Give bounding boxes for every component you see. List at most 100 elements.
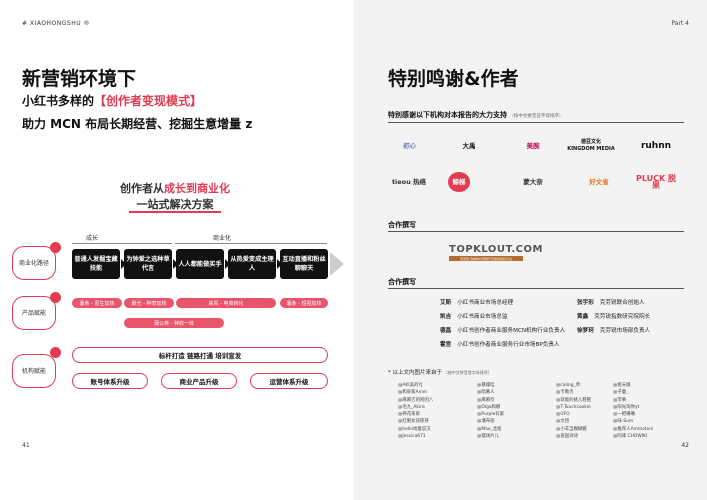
image-credits-grid: @AKI美的YJ @暴躁哇 @caling_草 @桃天娘 @和泉家Amei @暗幕人 @卡勒…: [398, 382, 688, 440]
topklout-logo: TOPKLOUT.COM: [449, 244, 543, 255]
arrow-commerce-line: [175, 243, 327, 244]
author-name: 霍宫: [440, 342, 452, 348]
credit-item: @小羊当糊糊酱: [556, 426, 587, 432]
credit-item: @摆球片儿: [477, 434, 499, 440]
arrow-commerce-label: 商业化: [213, 235, 232, 242]
subtitle-accent: 【创作者变现模式】: [94, 94, 203, 108]
pill-shutiao-native: 薯条 - 原生加热: [72, 298, 122, 308]
solution-title-line2: 一站式解决方案: [136, 198, 214, 211]
credit-item: @潘布丽: [477, 419, 495, 425]
logo-tieou: tieou 热络: [391, 177, 427, 186]
author-role: 小红书商业市场总经理: [457, 300, 514, 306]
solution-title-prefix: 创作者从: [120, 182, 164, 195]
author-name: 张宇形: [577, 300, 594, 306]
author-name: 黄鑫: [577, 314, 589, 320]
credit-item: @T-Touchcookie: [556, 404, 591, 410]
page-number-left: 41: [22, 442, 30, 449]
report-spread: # XIAOHONGSHU ® 新营销环境下 小红书多样的【创作者变现模式】 助…: [0, 0, 707, 500]
author-row: 徐梦珂 克劳锐市场部负责人: [577, 326, 650, 334]
credit-item: @卡勒杰: [556, 390, 574, 396]
part-label: Part 4: [671, 20, 689, 27]
credit-item: @hello地着说汉: [398, 426, 431, 432]
author-name: 艾斯: [440, 300, 452, 306]
writing-heading: 合作撰写: [388, 221, 416, 229]
image-source-note: * 以上文内图片来自于 （按中文拼音首字母排序）: [388, 368, 492, 376]
credit-item: @养花家家: [398, 412, 420, 418]
credit-item: @阿锋 CHOWIKI: [613, 434, 648, 440]
credit-item: @Max_北程: [477, 426, 502, 432]
credit-item: @Jessica671: [398, 434, 426, 440]
credit-item: @一把嘴嘴: [613, 412, 635, 418]
logo-chuxin: 初心: [402, 141, 416, 150]
author-role: 克劳锐指数研究院院长: [594, 314, 651, 320]
page-subtitle: 小红书多样的【创作者变现模式】: [22, 92, 202, 109]
logo-mengdanai: 蒙大奈: [523, 177, 543, 186]
pill-laifeng: 来风 - 电商转化: [176, 298, 276, 308]
pill-pugongying: 蒲公英 - 种收一体: [124, 318, 224, 328]
gear-icon: [50, 347, 61, 358]
credit-item: @麻麻吉的阿团八: [398, 397, 434, 403]
section-divider: [388, 122, 684, 123]
ops-top-box: 标杆打造 链路打通 培训宣发: [72, 347, 328, 363]
pill-juguang: 聚光 - 种草加热: [124, 298, 174, 308]
stage-5: 互动直播和粉丝聊聊天: [280, 249, 328, 279]
stage-2: 为钟爱之选种草代言: [124, 249, 172, 279]
thanks-heading-text: 特别感谢以下机构对本报告的大力支持: [388, 111, 507, 119]
pill-shutiao-video: 薯条 - 短视加热: [280, 298, 328, 308]
credit-item: @桃天娘: [613, 383, 631, 388]
thanks-title: 特别鸣谢&作者: [388, 68, 519, 90]
credit-item: @Purple有紫: [477, 412, 505, 418]
logo-dayu: 大禹: [462, 141, 476, 150]
credit-item: @子童_: [613, 390, 629, 396]
author-name: 德昌: [440, 328, 452, 334]
credit-item: @麻麻奈: [477, 397, 495, 403]
row-label-biz-path: 商业化路径: [12, 246, 56, 280]
logo-kingdom-media: 德豆文化 KINGDOM MEDIA: [567, 139, 615, 152]
logo-meiwan: 美腕: [526, 141, 540, 150]
stage-1: 普通人发掘宝藏技能: [72, 249, 120, 279]
biz-path-icon: [50, 242, 61, 253]
arrow-growth-label: 成长: [86, 235, 99, 242]
author-role: 小红书创作者商业服务行业市场BP负责人: [457, 342, 560, 348]
credit-item: @红眼女孩郁芽: [398, 419, 429, 425]
credit-item: @AKI美的YJ: [398, 383, 423, 388]
title-underline: [129, 211, 221, 213]
author-name: 凯吉: [440, 314, 452, 320]
credit-item: @和泉家Amei: [398, 390, 427, 396]
author-role: 克劳锐市场部负责人: [599, 328, 651, 334]
subtitle-prefix: 小红书多样的: [22, 94, 95, 108]
section-divider: [388, 231, 684, 232]
credit-item: @李栗: [613, 397, 627, 403]
row-label-product: 产品赋能: [12, 296, 56, 330]
arrow-growth-line: [72, 243, 172, 244]
image-note-small: （按中文拼音首字母排序）: [443, 370, 492, 375]
logo-ruhnn: ruhnn: [640, 140, 672, 151]
credit-item: @UFO: [556, 412, 570, 418]
ops-operation-upgrade: 运营体系升级: [250, 373, 328, 389]
author-row: 艾斯 小红书商业市场总经理: [440, 298, 513, 306]
thanks-heading-note: （按中文拼音首字母排序）: [509, 114, 564, 119]
logo-haowenque: 好文雀: [589, 177, 609, 186]
section-divider: [388, 288, 684, 289]
credit-item: @推荐人Ammoteni: [613, 426, 654, 432]
credit-item: @Olga和娜: [477, 404, 501, 410]
stage-3: 人人都能做买手: [176, 249, 224, 279]
left-page: # XIAOHONGSHU ® 新营销环境下 小红书多样的【创作者变现模式】 助…: [0, 0, 354, 500]
author-row: 凯吉 小红书商业市场总监: [440, 312, 508, 320]
stage-4: 从热爱变成主理人: [228, 249, 276, 279]
brand-header: # XIAOHONGSHU ®: [22, 20, 91, 27]
thanks-heading: 特别感谢以下机构对本报告的大力支持 （按中文拼音首字母排序）: [388, 110, 563, 120]
credit-item: @毛九_Akira: [398, 404, 425, 410]
logo-pluck: PLUCK 脱果: [635, 174, 677, 190]
topklout-tagline: 克劳锐·自媒体价值排行及版权经纪平台: [449, 256, 523, 261]
credit-item: @味-Sum: [613, 419, 634, 425]
credit-item: @暗幕人: [477, 390, 495, 396]
authors-heading: 合作撰写: [388, 278, 416, 286]
product-icon: [50, 292, 61, 303]
image-note-text: * 以上文内图片来自于: [388, 370, 442, 376]
arrow-right-icon: [330, 252, 344, 276]
author-row: 张宇形 克劳锐联合创始人: [577, 298, 645, 306]
row-label-mcn: 机构赋能: [12, 354, 56, 388]
author-role: 克劳锐联合创始人: [599, 300, 645, 306]
credit-item: @就能的桃儿鞋鞋: [556, 397, 592, 403]
